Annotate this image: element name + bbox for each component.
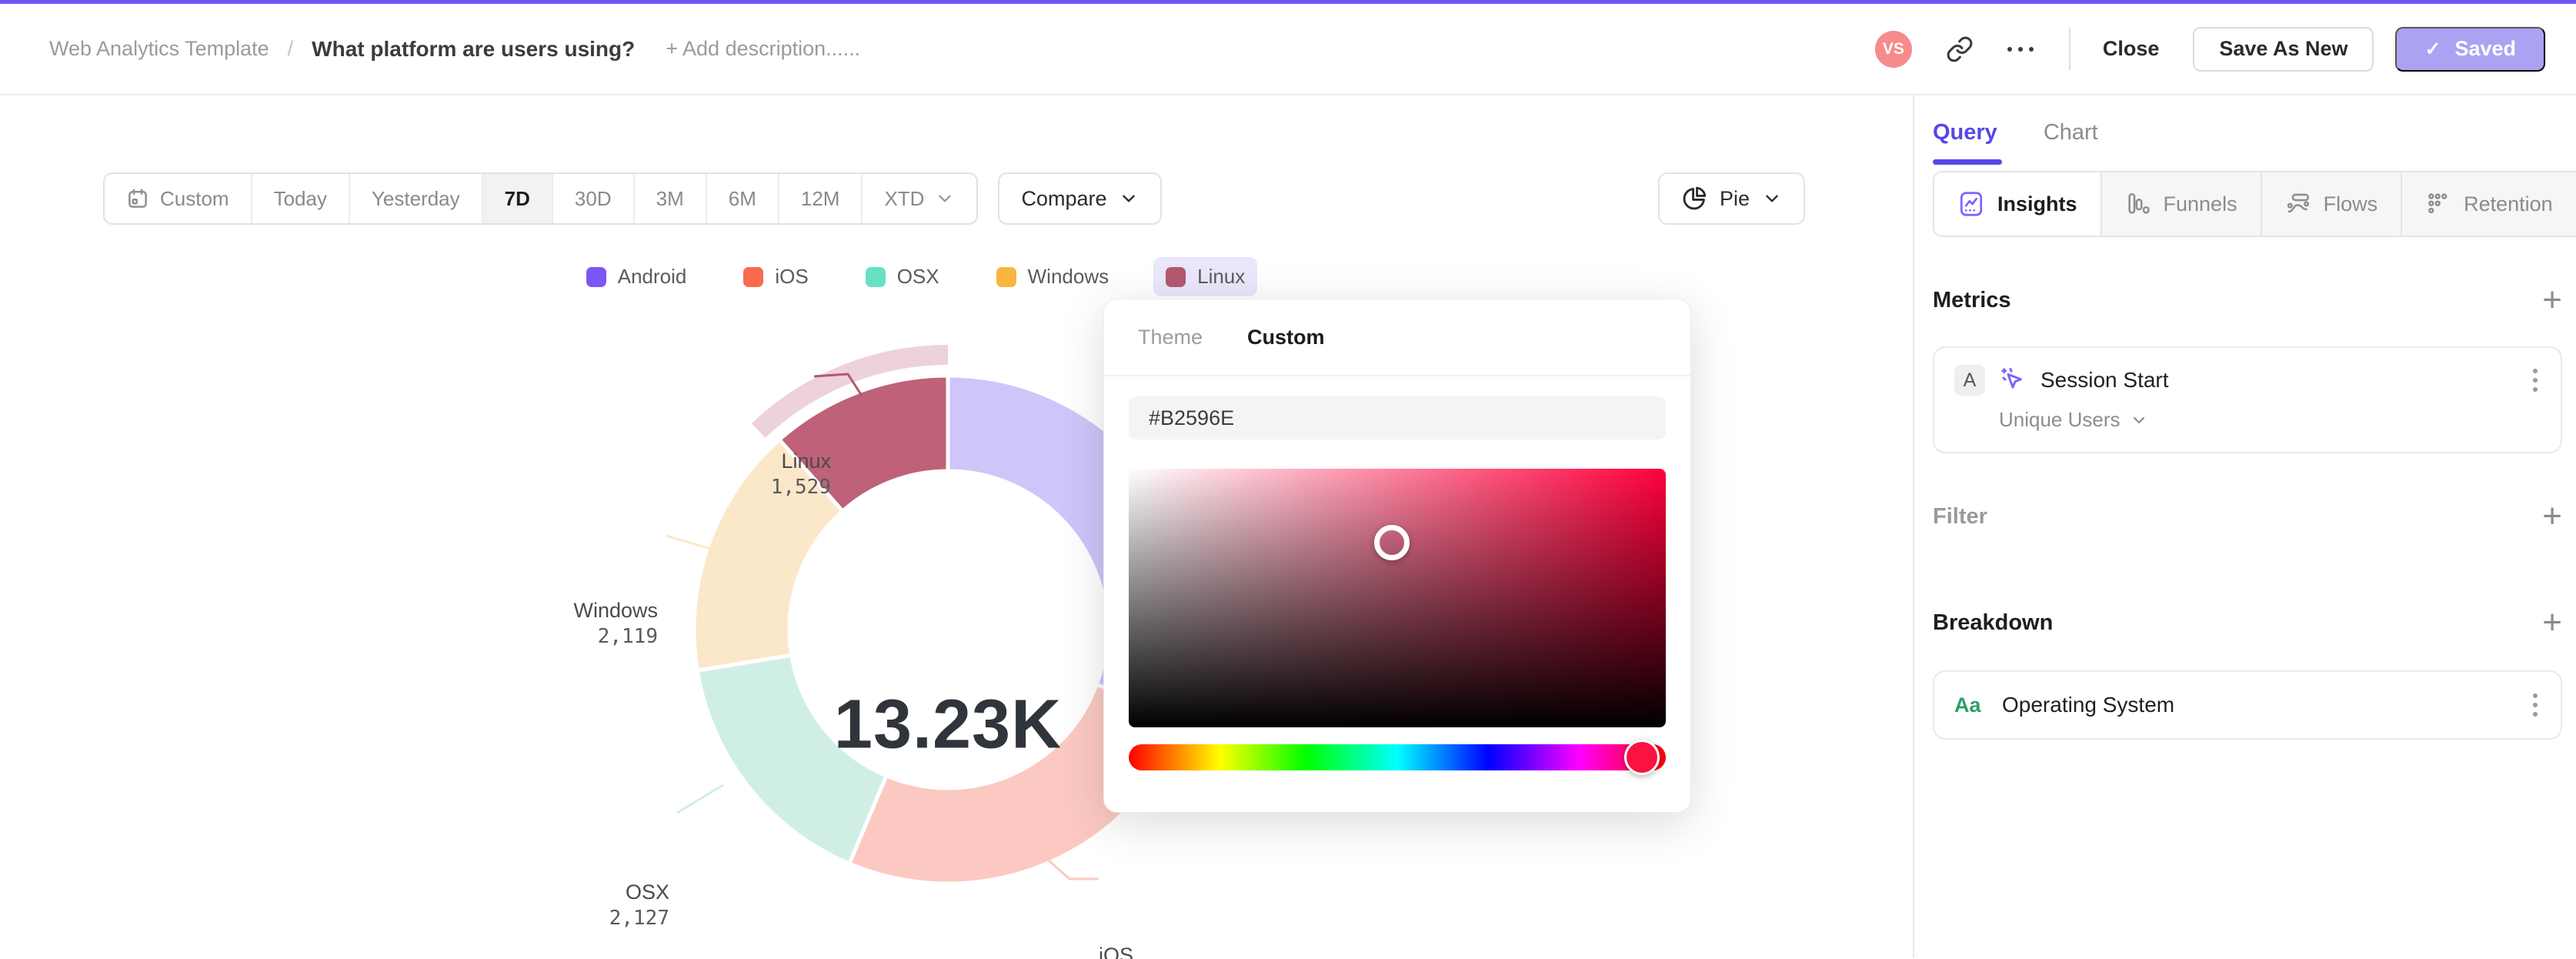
legend-item-osx[interactable]: OSX xyxy=(853,257,952,296)
slice-label-ios: iOS 3,402 xyxy=(1099,944,1134,959)
breakdown-card[interactable]: Aa Operating System xyxy=(1933,670,2562,740)
chevron-down-icon xyxy=(1762,189,1782,209)
tab-query[interactable]: Query xyxy=(1933,120,2002,165)
legend-swatch xyxy=(1166,266,1186,287)
tab-flows[interactable]: Flows xyxy=(2262,172,2403,236)
legend-item-android[interactable]: Android xyxy=(574,257,699,296)
page-title[interactable]: What platform are users using? xyxy=(312,37,635,62)
color-cursor[interactable] xyxy=(1374,524,1410,560)
retention-icon xyxy=(2428,193,2448,214)
header: Web Analytics Template / What platform a… xyxy=(0,4,2576,95)
header-divider xyxy=(2068,28,2070,70)
legend-swatch xyxy=(865,266,886,287)
filter-heading: Filter xyxy=(1933,503,1987,529)
save-as-new-button[interactable]: Save As New xyxy=(2193,26,2374,72)
slice-label-osx: OSX 2,127 xyxy=(609,880,669,930)
chart-center-total: 13.23K xyxy=(833,686,1063,764)
saturation-value-area[interactable] xyxy=(1129,469,1666,727)
hex-color-input[interactable]: #B2596E xyxy=(1129,396,1666,439)
metric-card[interactable]: A Session Start Unique Users xyxy=(1933,346,2562,453)
tab-insights[interactable]: Insights xyxy=(1934,172,2102,236)
more-options-icon[interactable] xyxy=(2007,46,2034,52)
string-property-icon: Aa xyxy=(1954,693,1981,717)
insights-icon xyxy=(1960,192,1983,216)
metrics-heading: Metrics xyxy=(1933,287,2011,312)
saved-button[interactable]: ✓ Saved xyxy=(2395,26,2545,72)
chart-legend: Android iOS OSX Windows Linux xyxy=(0,257,1831,296)
picker-tab-custom[interactable]: Custom xyxy=(1247,326,1325,349)
tab-chart[interactable]: Chart xyxy=(2044,120,2098,165)
funnels-icon xyxy=(2127,192,2150,214)
insight-type-tabs: Insights Funnels Flows Retention xyxy=(1933,171,2576,237)
date-range-12m[interactable]: 12M xyxy=(779,174,863,223)
date-range-today[interactable]: Today xyxy=(252,174,350,223)
legend-item-ios[interactable]: iOS xyxy=(731,257,820,296)
compare-button[interactable]: Compare xyxy=(998,172,1163,225)
breakdown-label: Operating System xyxy=(2002,693,2175,717)
tab-retention[interactable]: Retention xyxy=(2402,172,2576,236)
legend-swatch xyxy=(743,266,764,287)
add-breakdown-button[interactable]: + xyxy=(2542,606,2562,640)
chevron-down-icon xyxy=(935,189,955,209)
slice-label-windows: Windows 2,119 xyxy=(573,599,658,648)
legend-swatch xyxy=(586,266,606,287)
legend-item-linux[interactable]: Linux xyxy=(1153,257,1258,296)
add-metric-button[interactable]: + xyxy=(2542,283,2562,317)
picker-tab-theme[interactable]: Theme xyxy=(1138,326,1203,349)
tab-funnels[interactable]: Funnels xyxy=(2102,172,2262,236)
date-range-yesterday[interactable]: Yesterday xyxy=(350,174,483,223)
slice-label-linux: Linux 1,529 xyxy=(770,449,831,499)
color-picker-popup: Theme Custom #B2596E xyxy=(1103,299,1691,813)
metric-label: Session Start xyxy=(2040,368,2169,392)
add-filter-button[interactable]: + xyxy=(2542,500,2562,533)
pie-chart-icon xyxy=(1683,186,1707,210)
breakdown-heading: Breakdown xyxy=(1933,610,2054,635)
legend-item-windows[interactable]: Windows xyxy=(984,257,1121,296)
date-range-7d[interactable]: 7D xyxy=(482,174,553,223)
chart-type-button[interactable]: Pie xyxy=(1657,172,1805,225)
date-range-custom[interactable]: Custom xyxy=(105,174,252,223)
calendar-icon xyxy=(128,189,147,208)
close-button[interactable]: Close xyxy=(2103,37,2160,61)
hue-slider-handle[interactable] xyxy=(1624,740,1660,775)
date-range-xtd-dropdown[interactable]: XTD xyxy=(863,174,976,223)
chevron-down-icon xyxy=(1119,189,1139,209)
chart-panel: Custom Today Yesterday 7D 30D 3M 6M 12M … xyxy=(0,95,1913,959)
metric-menu-icon[interactable] xyxy=(2530,366,2541,395)
date-range-30d[interactable]: 30D xyxy=(553,174,635,223)
date-range-selector: Custom Today Yesterday 7D 30D 3M 6M 12M … xyxy=(103,172,979,225)
date-range-3m[interactable]: 3M xyxy=(635,174,707,223)
share-link-icon[interactable] xyxy=(1946,35,1974,63)
series-badge: A xyxy=(1954,365,1985,396)
check-icon: ✓ xyxy=(2424,38,2441,60)
chevron-down-icon xyxy=(2133,416,2144,423)
breakdown-menu-icon[interactable] xyxy=(2530,690,2541,720)
breadcrumb-separator: / xyxy=(287,37,294,60)
hue-slider[interactable] xyxy=(1129,740,1666,775)
query-sidebar: Query Chart Insights Funnels Flows Reten… xyxy=(1914,95,2576,957)
avatar[interactable]: VS xyxy=(1874,30,1912,68)
breadcrumb[interactable]: Web Analytics Template xyxy=(49,37,269,61)
flows-icon xyxy=(2287,193,2309,213)
legend-swatch xyxy=(996,266,1016,287)
aggregation-dropdown[interactable]: Unique Users xyxy=(1999,408,2541,432)
date-range-6m[interactable]: 6M xyxy=(707,174,779,223)
add-description-button[interactable]: + Add description...... xyxy=(666,37,860,61)
event-icon xyxy=(2001,367,2022,389)
